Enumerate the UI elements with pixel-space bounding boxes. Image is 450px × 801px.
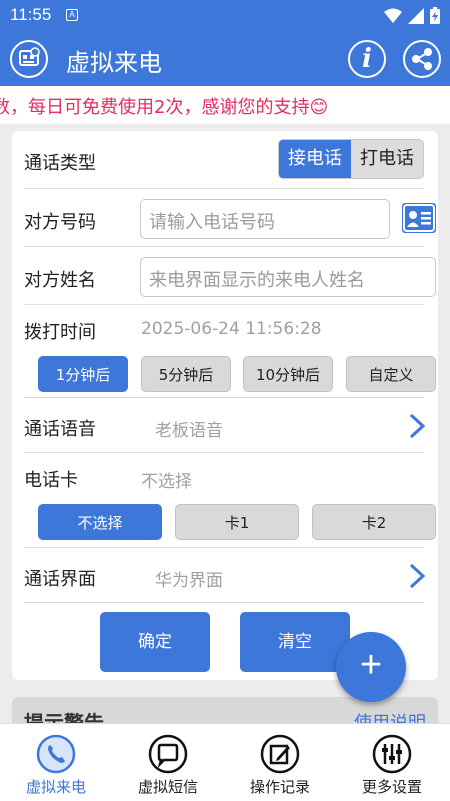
status-time: 11:55: [10, 5, 52, 24]
add-fab-button[interactable]: +: [336, 632, 406, 702]
bottom-navigation: 虚拟来电 虚拟短信 操作记录 更多设置: [0, 723, 450, 801]
sim-card-row: 电话卡 不选择 不选择 卡1 卡2: [24, 453, 436, 548]
dial-time-row: 拨打时间 2025-06-24 11:56:28 1分钟后 5分钟后 10分钟后…: [24, 305, 436, 398]
contact-card-icon[interactable]: [402, 203, 436, 233]
call-ui-row[interactable]: 通话界面 华为界面: [24, 548, 426, 603]
status-bar: 11:55 A: [0, 0, 450, 32]
caller-name-label: 对方姓名: [24, 270, 96, 291]
phone-number-input[interactable]: 请输入电话号码: [140, 199, 390, 239]
confirm-button[interactable]: 确定: [100, 612, 210, 672]
nav-virtual-call-label: 虚拟来电: [25, 778, 86, 796]
dial-time-value[interactable]: 2025-06-24 11:56:28: [141, 319, 322, 339]
nav-operation-log[interactable]: 操作记录: [224, 724, 336, 801]
make-call-option[interactable]: 打电话: [351, 140, 423, 178]
announcement-marquee: 数，每日可免费使用2次，感谢您的支持😊: [0, 86, 450, 124]
call-form-card: 通话类型 接电话 打电话 对方号码 请输入电话号码 对方姓名 来电界面显示的来电…: [12, 131, 438, 680]
voice-label: 通话语音: [24, 419, 96, 440]
chat-icon: [148, 734, 188, 774]
settings-icon: [372, 734, 412, 774]
sim-card-label: 电话卡: [24, 470, 78, 491]
app-title: 虚拟来电: [66, 49, 162, 77]
phone-number-row: 对方号码 请输入电话号码: [24, 189, 436, 247]
delay-5min-button[interactable]: 5分钟后: [141, 356, 231, 392]
nav-more-settings[interactable]: 更多设置: [336, 724, 448, 801]
clear-button[interactable]: 清空: [240, 612, 350, 672]
voice-chevron-right-icon[interactable]: [408, 413, 426, 439]
notification-a-icon: A: [66, 9, 78, 21]
dial-time-label: 拨打时间: [24, 322, 96, 343]
receive-call-option[interactable]: 接电话: [279, 140, 351, 178]
nav-virtual-sms[interactable]: 虚拟短信: [112, 724, 224, 801]
share-icon[interactable]: [403, 40, 441, 78]
call-type-row: 通话类型 接电话 打电话: [24, 131, 424, 189]
info-icon[interactable]: i: [348, 40, 386, 78]
edit-icon: [260, 734, 300, 774]
nav-virtual-call[interactable]: 虚拟来电: [0, 724, 112, 801]
phone-number-label: 对方号码: [24, 212, 96, 233]
voice-value: 老板语音: [155, 421, 223, 441]
caller-name-input[interactable]: 来电界面显示的来电人姓名: [140, 257, 436, 297]
battery-icon: [430, 7, 440, 24]
voice-row[interactable]: 通话语音 老板语音: [24, 398, 426, 453]
phone-icon: [36, 734, 76, 774]
call-ui-label: 通话界面: [24, 569, 96, 590]
wifi-icon: [384, 8, 402, 23]
delay-1min-button[interactable]: 1分钟后: [38, 356, 128, 392]
delay-10min-button[interactable]: 10分钟后: [243, 356, 333, 392]
sim-card1-button[interactable]: 卡1: [175, 504, 299, 540]
app-logo-icon[interactable]: [10, 40, 48, 78]
nav-more-settings-label: 更多设置: [361, 778, 422, 796]
call-ui-chevron-right-icon[interactable]: [408, 563, 426, 589]
marquee-text: 数，每日可免费使用2次，感谢您的支持😊: [0, 97, 329, 118]
call-type-label: 通话类型: [24, 153, 96, 174]
sim-card-value: 不选择: [141, 472, 192, 492]
delay-custom-button[interactable]: 自定义: [346, 356, 436, 392]
call-type-toggle: 接电话 打电话: [278, 139, 424, 179]
app-bar: 虚拟来电 i: [0, 32, 450, 86]
signal-icon: [408, 7, 424, 24]
nav-operation-log-label: 操作记录: [249, 778, 310, 796]
sim-card2-button[interactable]: 卡2: [312, 504, 436, 540]
system-icons: [384, 7, 440, 24]
sim-none-button[interactable]: 不选择: [38, 504, 162, 540]
call-ui-value: 华为界面: [155, 571, 223, 591]
caller-name-row: 对方姓名 来电界面显示的来电人姓名: [24, 247, 436, 305]
nav-virtual-sms-label: 虚拟短信: [137, 778, 198, 796]
